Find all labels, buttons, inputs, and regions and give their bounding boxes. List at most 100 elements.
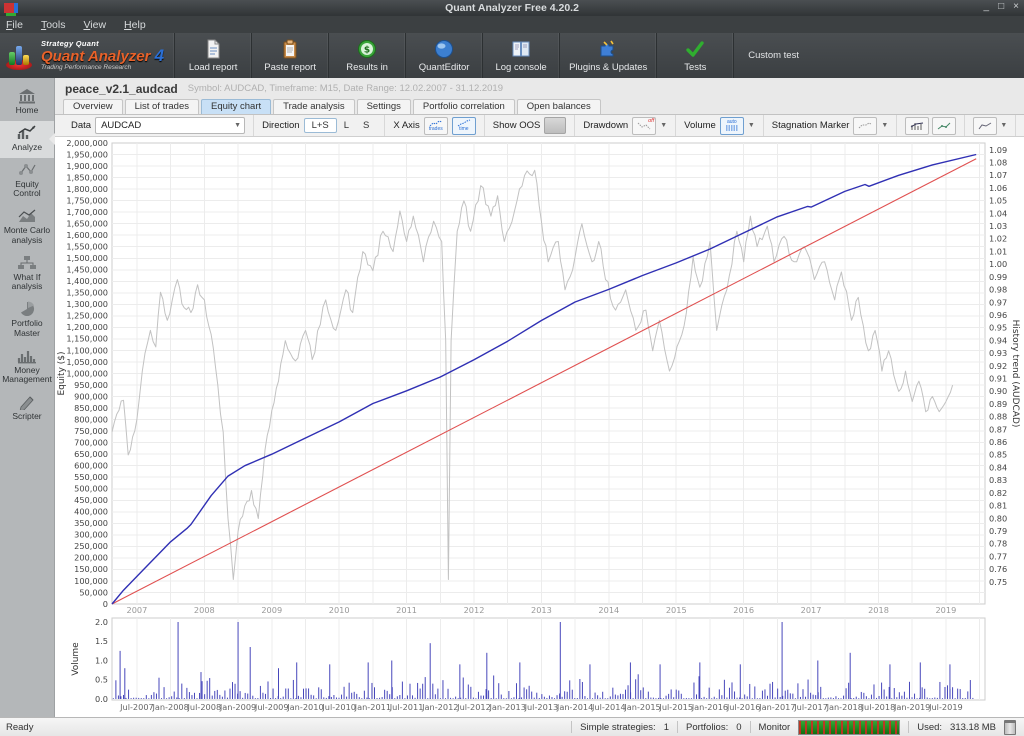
line-style-button[interactable] <box>973 117 997 135</box>
gridlines <box>112 143 985 700</box>
tab-portfolio-correlation[interactable]: Portfolio correlation <box>413 99 515 114</box>
tab-settings[interactable]: Settings <box>357 99 411 114</box>
sidebar-item-monte-carlo-analysis[interactable]: Monte Carlo analysis <box>0 204 54 251</box>
tab-overview[interactable]: Overview <box>63 99 123 114</box>
svg-text:450,000: 450,000 <box>74 495 108 505</box>
svg-text:$: $ <box>364 45 370 55</box>
svg-text:2019: 2019 <box>935 605 956 615</box>
main-plot-border <box>112 143 985 604</box>
app-logo: Strategy Quant Quant Analyzer 4 Trading … <box>0 33 175 78</box>
report-name: peace_v2.1_audcad <box>65 82 178 96</box>
svg-text:Jan-2015: Jan-2015 <box>623 702 660 712</box>
volume-axis-ticks: 0.00.51.01.52.0 <box>95 617 108 704</box>
svg-text:1,850,000: 1,850,000 <box>66 172 108 182</box>
xaxis-time-button[interactable]: time <box>452 117 476 135</box>
tab-open-balances[interactable]: Open balances <box>517 99 601 114</box>
data-dropdown[interactable]: AUDCAD▼ <box>95 117 245 134</box>
direction-l[interactable]: L <box>337 119 356 132</box>
direction-l-s[interactable]: L+S <box>304 118 337 133</box>
menu-view[interactable]: View <box>83 19 106 31</box>
svg-text:2,000,000: 2,000,000 <box>66 138 108 148</box>
histogram-line-icon <box>910 121 924 131</box>
plugins-updates-button[interactable]: Plugins & Updates <box>560 33 657 78</box>
svg-text:Jul-2014: Jul-2014 <box>591 702 626 712</box>
memory-monitor-graph[interactable] <box>798 720 900 735</box>
svg-text:0.83: 0.83 <box>989 475 1007 485</box>
menu-bar: File Tools View Help <box>0 16 1024 33</box>
svg-text:900,000: 900,000 <box>74 391 108 401</box>
nodes-icon <box>17 162 37 178</box>
log-console-button[interactable]: Log console <box>483 33 560 78</box>
results-in-button[interactable]: $Results in <box>329 33 406 78</box>
minimize-button[interactable]: _ <box>984 1 990 12</box>
direction-control: Direction L+SLS <box>254 115 385 136</box>
menu-help[interactable]: Help <box>124 19 146 31</box>
svg-text:Jan-2018: Jan-2018 <box>826 702 863 712</box>
toolbar: Strategy Quant Quant Analyzer 4 Trading … <box>0 33 1024 78</box>
show-oos-toggle[interactable] <box>544 117 566 134</box>
svg-text:2015: 2015 <box>666 605 687 615</box>
svg-text:550,000: 550,000 <box>74 472 108 482</box>
linear-trend-line <box>112 159 976 604</box>
logo-chart-icon <box>6 41 36 71</box>
svg-text:2017: 2017 <box>801 605 822 615</box>
svg-text:2012: 2012 <box>464 605 485 615</box>
svg-text:1,650,000: 1,650,000 <box>66 218 108 228</box>
paste-report-button[interactable]: Paste report <box>252 33 329 78</box>
close-button[interactable]: × <box>1013 1 1019 12</box>
sidebar-item-equity-control[interactable]: Equity Control <box>0 158 54 205</box>
svg-text:Jul-2013: Jul-2013 <box>524 702 559 712</box>
history-trend-line <box>112 170 953 579</box>
svg-text:0.81: 0.81 <box>989 501 1007 511</box>
svg-text:Jul-2016: Jul-2016 <box>726 702 761 712</box>
menu-tools[interactable]: Tools <box>41 19 66 31</box>
svg-text:0.90: 0.90 <box>989 386 1007 396</box>
stagnation-button[interactable] <box>853 117 877 135</box>
svg-text:2014: 2014 <box>598 605 619 615</box>
chevron-down-icon[interactable]: ▼ <box>660 122 667 129</box>
maximize-button[interactable]: □ <box>998 1 1004 12</box>
volume-axis-title: Volume <box>71 642 81 676</box>
clipboard-icon <box>281 39 299 59</box>
sidebar-item-money-management[interactable]: Money Management <box>0 344 54 391</box>
load-report-button[interactable]: Load report <box>175 33 252 78</box>
svg-text:0.89: 0.89 <box>989 399 1007 409</box>
svg-text:1,300,000: 1,300,000 <box>66 299 108 309</box>
chevron-down-icon[interactable]: ▼ <box>1000 122 1007 129</box>
svg-text:0.0: 0.0 <box>95 694 108 704</box>
svg-text:2007: 2007 <box>127 605 148 615</box>
sidebar-item-scripter[interactable]: Scripter <box>0 390 54 427</box>
line-chart-button[interactable] <box>932 117 956 135</box>
line-chart-icon <box>937 121 951 131</box>
custom-test-label[interactable]: Custom test <box>734 33 813 78</box>
svg-text:0.78: 0.78 <box>989 539 1007 549</box>
quanteditor-button[interactable]: QuantEditor <box>406 33 483 78</box>
sidebar-item-what-if-analysis[interactable]: What If analysis <box>0 251 54 298</box>
stagnation-label: Stagnation Marker <box>772 120 850 131</box>
pie-chart-icon <box>18 301 36 317</box>
tests-button[interactable]: Tests <box>657 33 734 78</box>
xaxis-trades-button[interactable]: trades <box>424 117 448 135</box>
chart-control-bar: Data AUDCAD▼ Direction L+SLS X Axis trad… <box>55 115 1024 137</box>
sidebar-item-analyze[interactable]: Analyze <box>0 121 54 158</box>
menu-file[interactable]: File <box>6 19 23 31</box>
drawdown-button[interactable]: off <box>632 117 656 135</box>
svg-text:1,350,000: 1,350,000 <box>66 288 108 298</box>
tab-equity-chart[interactable]: Equity chart <box>201 99 271 114</box>
tab-trade-analysis[interactable]: Trade analysis <box>273 99 354 114</box>
svg-text:1.08: 1.08 <box>989 158 1007 168</box>
equity-chart: 050,000100,000150,000200,000250,000300,0… <box>55 137 1024 717</box>
xaxis-control: X Axis trades time <box>385 115 484 136</box>
sidebar-item-home[interactable]: Home <box>0 84 54 121</box>
svg-text:300,000: 300,000 <box>74 530 108 540</box>
sidebar-item-portfolio-master[interactable]: Portfolio Master <box>0 297 54 344</box>
histogram-line-button[interactable] <box>905 117 929 135</box>
garbage-collect-icon[interactable] <box>1004 720 1016 735</box>
sidebar-item-label: Analyze <box>12 143 42 153</box>
volume-button[interactable]: auto <box>720 117 744 135</box>
direction-s[interactable]: S <box>356 119 376 132</box>
left-axis-title: Equity ($) <box>57 351 67 395</box>
chevron-down-icon[interactable]: ▼ <box>748 122 755 129</box>
tab-list-of-trades[interactable]: List of trades <box>125 99 199 114</box>
chevron-down-icon[interactable]: ▼ <box>881 122 888 129</box>
